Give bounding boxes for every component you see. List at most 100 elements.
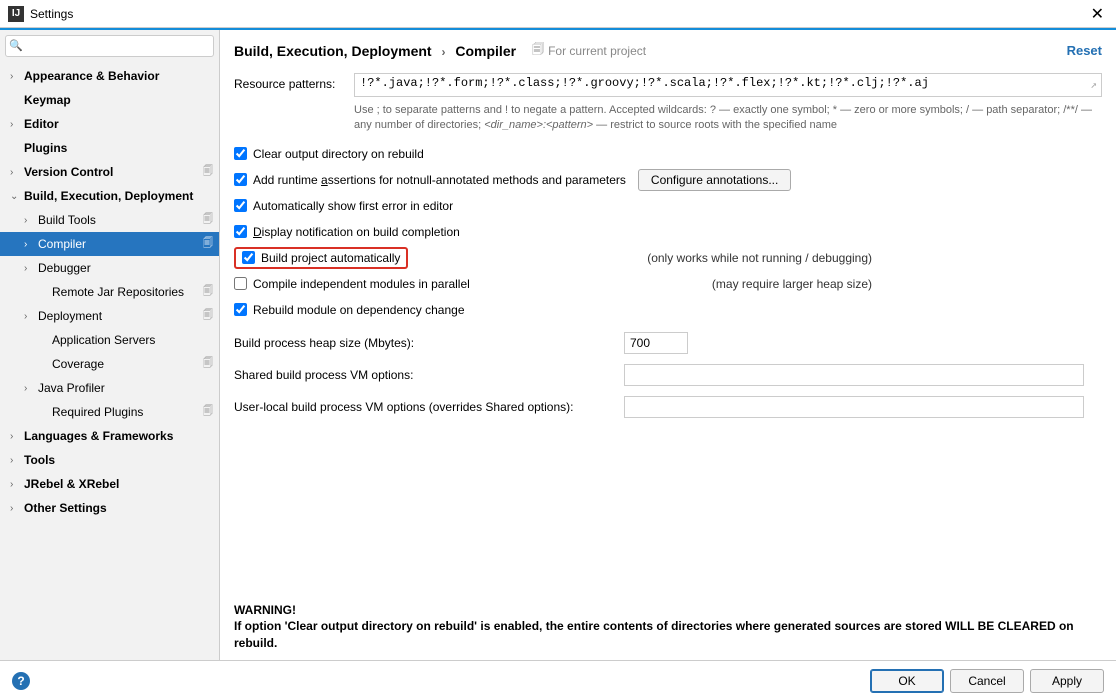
warning-body: If option 'Clear output directory on reb… [234,618,1102,652]
sidebar-item-label: Debugger [38,261,219,275]
sidebar-item-label: JRebel & XRebel [24,477,219,491]
app-icon: IJ [8,6,24,22]
user-vm-input[interactable] [624,396,1084,418]
sidebar-item-debugger[interactable]: ›Debugger [0,256,219,280]
highlight-box: Build project automatically [234,247,408,269]
sidebar-item-tools[interactable]: ›Tools [0,448,219,472]
breadcrumb-sep-icon: › [441,45,445,59]
shared-vm-input[interactable] [624,364,1084,386]
sidebar-item-plugins[interactable]: Plugins [0,136,219,160]
sidebar-item-label: Plugins [24,141,219,155]
sidebar-item-label: Editor [24,117,219,131]
sidebar-item-other-settings[interactable]: ›Other Settings [0,496,219,520]
chk-build-auto: Build project automatically (only works … [234,248,1102,268]
chk-rebuild-dep: Rebuild module on dependency change [234,300,1102,320]
chk-display-notification-label: Display notification on build completion [253,225,460,239]
chk-clear-output-box[interactable] [234,147,247,160]
breadcrumb-parent[interactable]: Build, Execution, Deployment [234,43,432,59]
project-scope-icon: 🗐 [203,164,213,181]
sidebar-item-application-servers[interactable]: Application Servers [0,328,219,352]
sidebar-item-label: Tools [24,453,219,467]
header-row: Build, Execution, Deployment › Compiler … [234,40,1102,61]
chevron-icon: › [24,383,38,394]
chk-first-error-label: Automatically show first error in editor [253,199,453,213]
chevron-icon: › [10,431,24,442]
chevron-icon: › [10,71,24,82]
chk-assertions-box[interactable] [234,173,247,186]
chk-build-auto-box[interactable] [242,251,255,264]
resource-patterns-input[interactable]: !?*.java;!?*.form;!?*.class;!?*.groovy;!… [354,73,1102,97]
user-vm-label: User-local build process VM options (ove… [234,400,624,414]
titlebar: IJ Settings ✕ [0,0,1116,28]
build-auto-note: (only works while not running / debuggin… [647,251,1102,265]
footer: ? OK Cancel Apply [0,660,1116,700]
search-input[interactable] [5,35,214,57]
breadcrumb-current: Compiler [455,43,516,59]
sidebar-item-label: Version Control [24,165,203,179]
project-scope-icon: 🗐 [203,308,213,325]
settings-tree: ›Appearance & BehaviorKeymap›EditorPlugi… [0,62,219,660]
sidebar-item-jrebel-xrebel[interactable]: ›JRebel & XRebel [0,472,219,496]
sidebar-item-required-plugins[interactable]: Required Plugins🗐 [0,400,219,424]
sidebar-item-build-tools[interactable]: ›Build Tools🗐 [0,208,219,232]
search-wrap: 🔍 [0,30,219,62]
sidebar-item-label: Coverage [52,357,203,371]
cancel-button[interactable]: Cancel [950,669,1024,693]
chevron-icon: › [10,479,24,490]
chevron-icon: › [24,311,38,322]
sidebar-item-build-execution-deployment[interactable]: ⌄Build, Execution, Deployment [0,184,219,208]
chk-assertions: Add runtime assertions for notnull-annot… [234,170,1102,190]
sidebar-item-deployment[interactable]: ›Deployment🗐 [0,304,219,328]
reset-link[interactable]: Reset [1067,43,1102,58]
chk-display-notification: Display notification on build completion [234,222,1102,242]
resource-label: Resource patterns: [234,73,354,91]
warning-title: WARNING! [234,602,1102,619]
expand-icon[interactable]: ↗ [1090,78,1097,92]
chk-parallel-label: Compile independent modules in parallel [253,277,470,291]
sidebar-item-label: Appearance & Behavior [24,69,219,83]
close-icon[interactable]: ✕ [1087,4,1108,24]
sidebar-item-editor[interactable]: ›Editor [0,112,219,136]
sidebar-item-label: Languages & Frameworks [24,429,219,443]
sidebar-item-java-profiler[interactable]: ›Java Profiler [0,376,219,400]
chevron-icon: › [24,215,38,226]
sidebar-item-compiler[interactable]: ›Compiler🗐 [0,232,219,256]
window-title: Settings [30,7,1087,21]
sidebar-item-remote-jar-repositories[interactable]: Remote Jar Repositories🗐 [0,280,219,304]
search-icon: 🔍 [9,39,23,52]
shared-vm-row: Shared build process VM options: [234,364,1102,386]
sidebar-item-label: Compiler [38,237,203,251]
parallel-note: (may require larger heap size) [712,277,1102,291]
apply-button[interactable]: Apply [1030,669,1104,693]
sidebar-item-appearance-behavior[interactable]: ›Appearance & Behavior [0,64,219,88]
warning-block: WARNING! If option 'Clear output directo… [234,602,1102,652]
chevron-icon: › [10,503,24,514]
sidebar-item-label: Required Plugins [52,405,203,419]
sidebar-item-languages-frameworks[interactable]: ›Languages & Frameworks [0,424,219,448]
chk-parallel-box[interactable] [234,277,247,290]
sidebar-item-coverage[interactable]: Coverage🗐 [0,352,219,376]
chk-clear-output-label: Clear output directory on rebuild [253,147,424,161]
heap-label: Build process heap size (Mbytes): [234,336,624,350]
chk-display-notification-box[interactable] [234,225,247,238]
sidebar-item-label: Deployment [38,309,203,323]
heap-input[interactable] [624,332,688,354]
sidebar-item-label: Keymap [24,93,219,107]
sidebar-item-version-control[interactable]: ›Version Control🗐 [0,160,219,184]
chevron-icon: › [24,239,38,250]
sidebar-item-keymap[interactable]: Keymap [0,88,219,112]
user-vm-row: User-local build process VM options (ove… [234,396,1102,418]
sidebar-item-label: Application Servers [52,333,219,347]
project-scope-icon: 🗐 [203,284,213,301]
help-icon[interactable]: ? [12,672,30,690]
resource-row: Resource patterns: !?*.java;!?*.form;!?*… [234,71,1102,99]
chk-rebuild-dep-box[interactable] [234,303,247,316]
configure-annotations-button[interactable]: Configure annotations... [638,169,791,191]
chk-first-error-box[interactable] [234,199,247,212]
chk-build-auto-label: Build project automatically [261,251,400,265]
sidebar: 🔍 ›Appearance & BehaviorKeymap›EditorPlu… [0,30,220,660]
project-scope-icon: 🗐 [532,40,544,61]
ok-button[interactable]: OK [870,669,944,693]
chevron-icon: › [10,455,24,466]
chk-assertions-label: Add runtime assertions for notnull-annot… [253,173,626,187]
